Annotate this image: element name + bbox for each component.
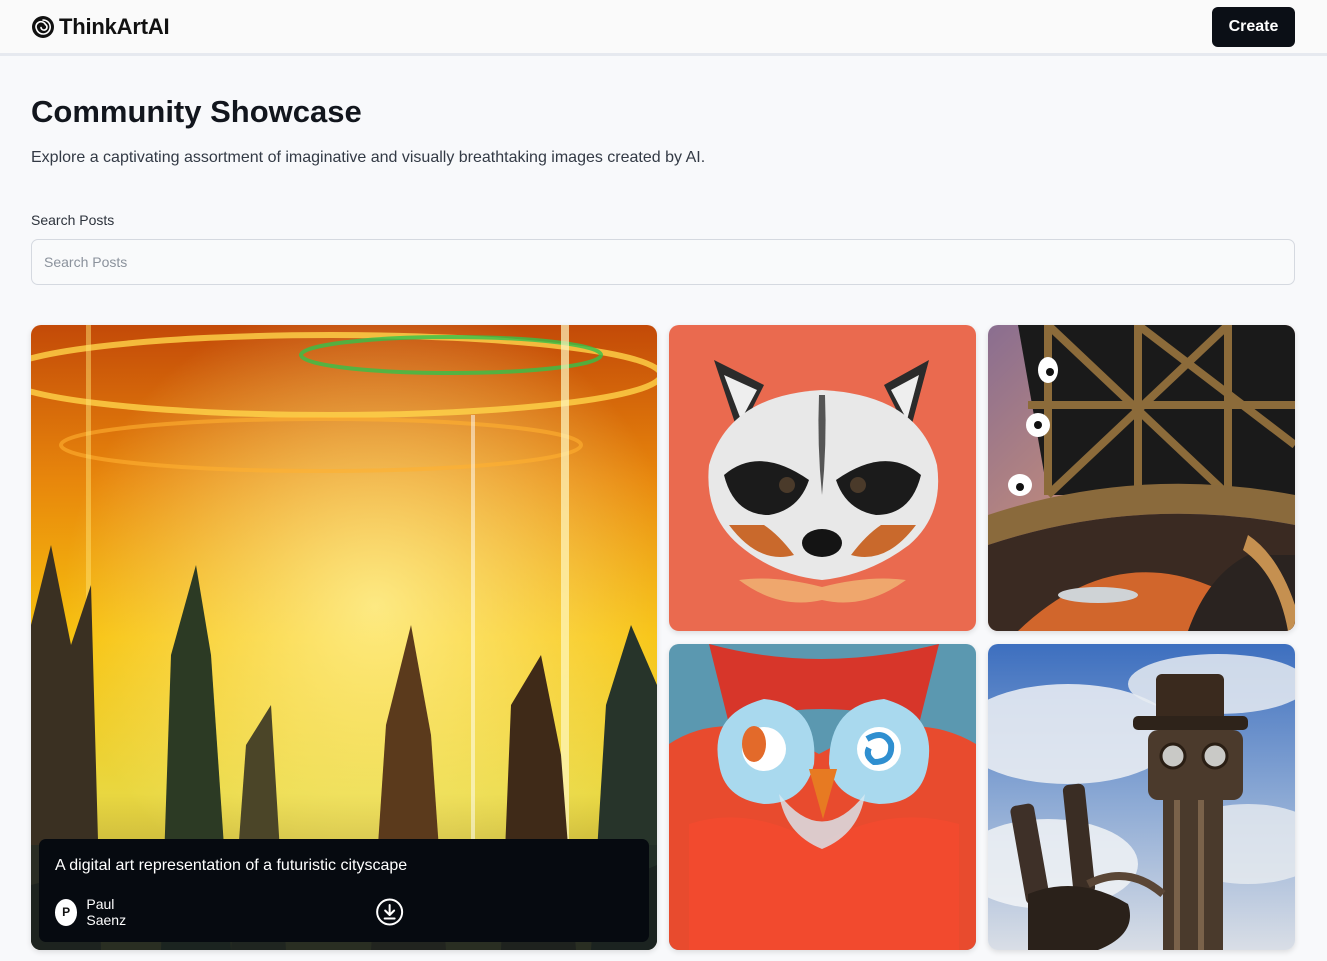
search-input[interactable] (31, 239, 1295, 285)
author-name: Paul Saenz (86, 896, 127, 928)
page-subtitle: Explore a captivating assortment of imag… (31, 149, 706, 166)
download-icon[interactable] (146, 898, 633, 926)
page-title: Community Showcase (31, 94, 362, 129)
gallery-card-robot[interactable] (988, 644, 1295, 950)
author-info: P Paul Saenz (55, 896, 146, 928)
gallery-card-featured[interactable]: A digital art representation of a futuri… (31, 325, 657, 950)
gallery-card-owl[interactable] (669, 644, 976, 950)
top-nav: ThinkArtAI Create (0, 0, 1327, 56)
tower-image (988, 325, 1295, 631)
spiral-logo-icon (32, 16, 54, 38)
owl-image (669, 644, 976, 950)
search-label: Search Posts (31, 212, 115, 228)
avatar: P (55, 898, 78, 926)
brand-logo-link[interactable]: ThinkArtAI (31, 14, 170, 40)
brand-name: ThinkArtAI (59, 14, 170, 39)
caption-footer: P Paul Saenz (55, 896, 633, 928)
create-button[interactable]: Create (1212, 7, 1295, 47)
image-prompt: A digital art representation of a futuri… (55, 857, 408, 874)
image-caption-overlay: A digital art representation of a futuri… (39, 839, 649, 942)
robot-image (988, 644, 1295, 950)
raccoon-image (669, 325, 976, 631)
gallery-card-raccoon[interactable] (669, 325, 976, 631)
gallery-card-tower[interactable] (988, 325, 1295, 631)
